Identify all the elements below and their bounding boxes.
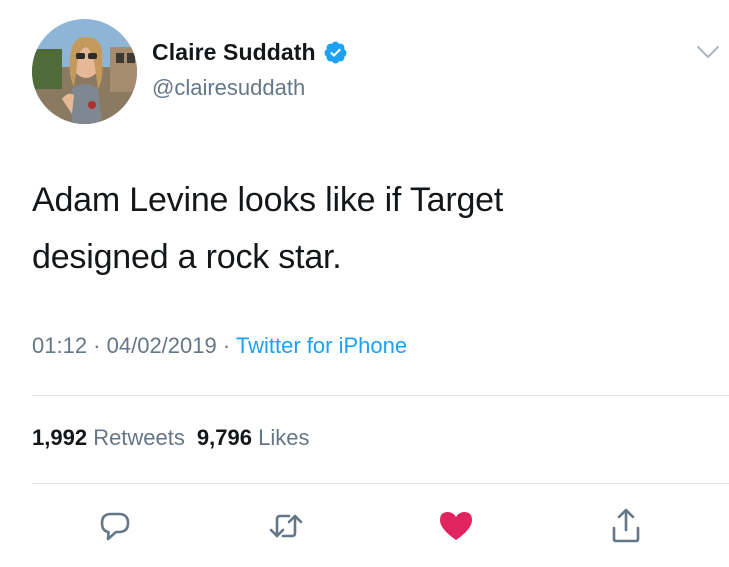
chevron-down-icon[interactable] [696, 44, 720, 60]
avatar[interactable] [32, 19, 137, 124]
likes-stat[interactable]: 9,796 Likes [197, 425, 310, 450]
share-icon [612, 508, 640, 543]
verified-badge-icon [323, 40, 348, 65]
divider [32, 395, 729, 396]
likes-label: Likes [258, 425, 310, 450]
tweet-meta: 01:12 · 04/02/2019 · Twitter for iPhone [32, 333, 407, 359]
meta-separator: · [87, 333, 107, 358]
profile-photo [32, 19, 137, 124]
author-name-row[interactable]: Claire Suddath [152, 37, 348, 67]
retweets-label: Retweets [93, 425, 185, 450]
heart-icon [440, 512, 472, 540]
tweet-text-line: designed a rock star. [32, 238, 342, 276]
author-handle[interactable]: @clairesuddath [152, 75, 305, 101]
display-name[interactable]: Claire Suddath [152, 39, 316, 66]
meta-separator: · [216, 333, 236, 358]
like-button[interactable] [436, 506, 476, 546]
divider [32, 483, 729, 484]
likes-count: 9,796 [196, 425, 252, 450]
retweet-button[interactable] [266, 506, 306, 546]
retweets-stat[interactable]: 1,992 Retweets [32, 425, 185, 450]
tweet-text-line: Adam Levine looks like if Target [32, 181, 504, 219]
retweets-count: 1,992 [32, 425, 88, 450]
retweet-icon [269, 514, 303, 538]
tweet-source-link[interactable]: Twitter for iPhone [236, 333, 407, 358]
reply-icon [100, 512, 130, 541]
reply-button[interactable] [95, 506, 135, 546]
tweet-text: Adam Levine looks like if Target designe… [32, 172, 692, 286]
tweet-stats: 1,992 Retweets 9,796 Likes [32, 425, 309, 451]
tweet-time: 01:12 [32, 333, 88, 358]
share-button[interactable] [606, 506, 646, 546]
tweet-date[interactable]: 04/02/2019 [107, 333, 217, 358]
